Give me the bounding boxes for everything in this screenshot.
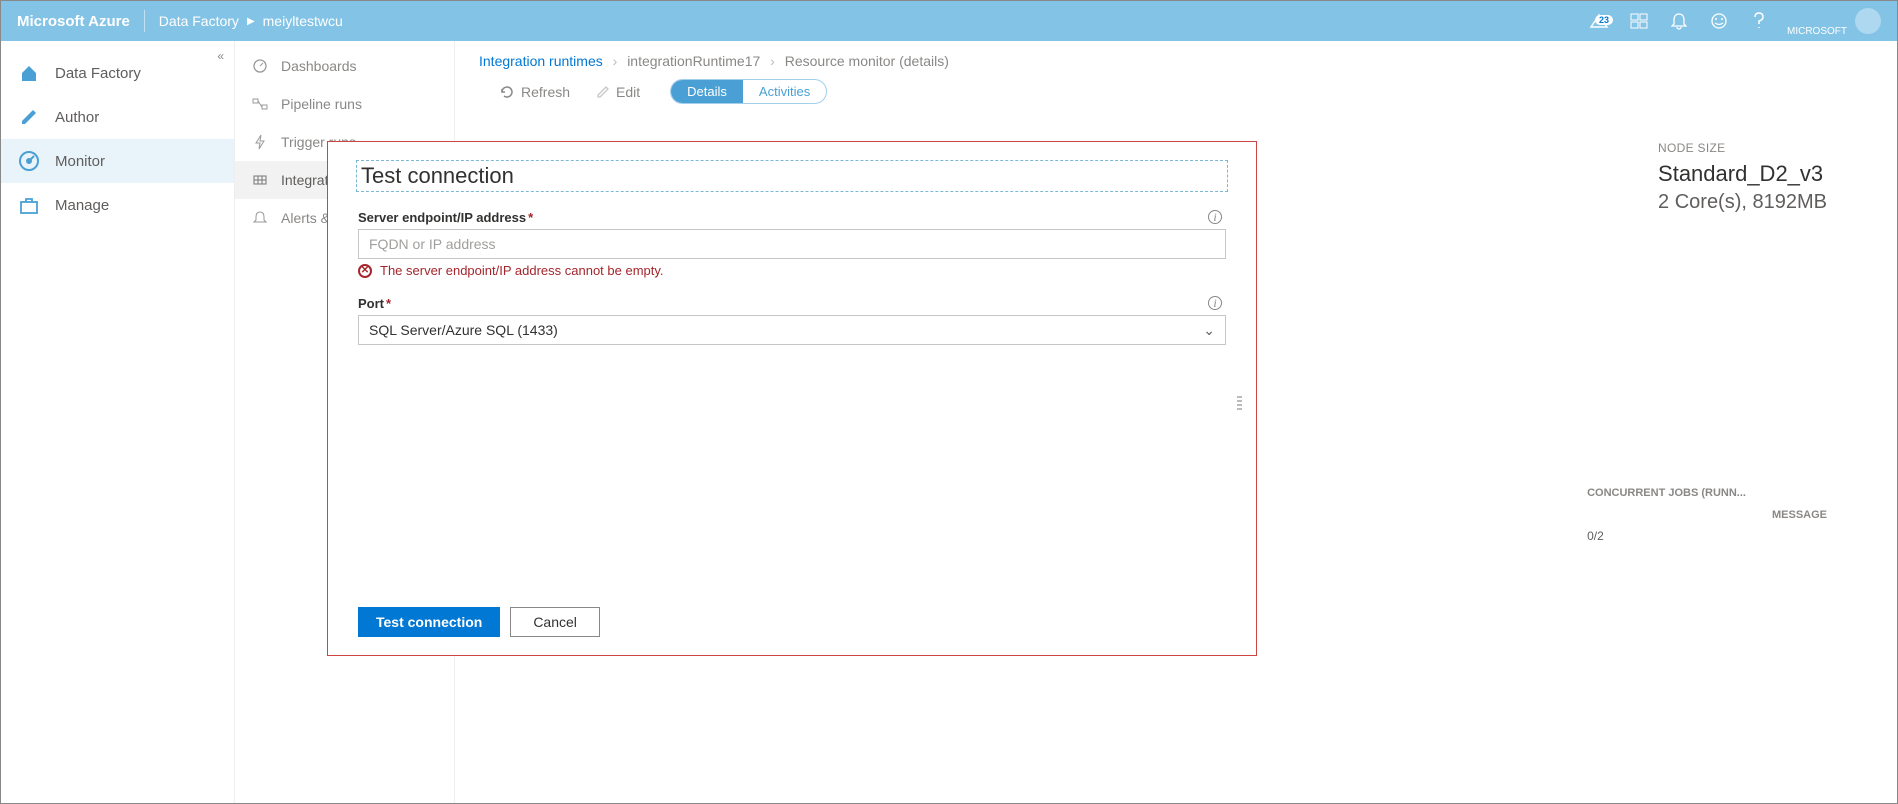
nav2-label: Dashboards <box>281 58 357 74</box>
port-group: Port* i SQL Server/Azure SQL (1433) ⌄ <box>358 296 1226 345</box>
chevron-right-icon: › <box>613 53 618 69</box>
trigger-icon <box>251 134 269 150</box>
error-message: The server endpoint/IP address cannot be… <box>380 263 664 278</box>
collapse-nav-icon[interactable]: « <box>217 49 224 63</box>
error-icon: ✕ <box>358 264 372 278</box>
directory-icon[interactable] <box>1619 13 1659 29</box>
tab-group: Details Activities <box>670 79 827 104</box>
chevron-right-icon: › <box>770 53 775 69</box>
breadcrumb-integration-runtimes[interactable]: Integration runtimes <box>479 53 603 69</box>
info-icon[interactable]: i <box>1208 296 1222 310</box>
nav-label: Author <box>55 109 99 126</box>
header-divider <box>144 10 145 32</box>
dialog-footer: Test connection Cancel <box>358 607 1226 637</box>
toolbar: Refresh Edit Details Activities <box>489 79 1873 104</box>
nav-label: Monitor <box>55 153 105 170</box>
info-icon[interactable]: i <box>1208 210 1222 224</box>
breadcrumb-runtime-name[interactable]: integrationRuntime17 <box>627 53 760 69</box>
tab-activities[interactable]: Activities <box>743 80 826 103</box>
test-connection-dialog: Test connection Server endpoint/IP addre… <box>327 141 1257 656</box>
top-header: Microsoft Azure Data Factory ▶ meiyltest… <box>1 1 1897 41</box>
port-select[interactable]: SQL Server/Azure SQL (1433) ⌄ <box>358 315 1226 345</box>
tenant-label: MICROSOFT <box>1787 26 1847 41</box>
concurrent-jobs-header: CONCURRENT JOBS (RUNN... <box>1587 487 1746 499</box>
home-icon <box>17 61 41 85</box>
integration-icon <box>251 173 269 187</box>
toolbox-icon <box>17 193 41 217</box>
notifications-icon[interactable]: 23 <box>1579 13 1619 29</box>
required-asterisk: * <box>386 296 391 311</box>
help-icon[interactable] <box>1739 12 1779 30</box>
breadcrumb-resource-monitor: Resource monitor (details) <box>785 53 949 69</box>
scrollbar-handle[interactable] <box>1237 396 1242 410</box>
server-endpoint-input[interactable] <box>358 229 1226 259</box>
message-header: MESSAGE <box>1772 509 1827 521</box>
nav-label: Data Factory <box>55 65 141 82</box>
test-connection-button[interactable]: Test connection <box>358 607 500 637</box>
server-endpoint-error: ✕ The server endpoint/IP address cannot … <box>358 263 1226 278</box>
feedback-icon[interactable] <box>1699 12 1739 30</box>
pencil-icon <box>17 105 41 129</box>
nav2-label: Pipeline runs <box>281 96 362 112</box>
refresh-label: Refresh <box>521 84 570 100</box>
nav2-pipeline-runs[interactable]: Pipeline runs <box>235 85 454 123</box>
brand-label[interactable]: Microsoft Azure <box>17 13 130 30</box>
node-size-spec: 2 Core(s), 8192MB <box>1658 191 1827 214</box>
nav-author[interactable]: Author <box>1 95 234 139</box>
user-avatar[interactable] <box>1855 8 1881 34</box>
chevron-down-icon: ⌄ <box>1203 322 1215 339</box>
nav-monitor[interactable]: Monitor <box>1 139 234 183</box>
pipeline-icon <box>251 98 269 110</box>
bell-small-icon <box>251 210 269 226</box>
header-crumb-datafactory[interactable]: Data Factory <box>159 13 239 29</box>
chevron-right-icon: ▶ <box>247 16 255 27</box>
server-endpoint-label: Server endpoint/IP address* <box>358 210 1226 225</box>
port-selected-value: SQL Server/Azure SQL (1433) <box>369 322 558 338</box>
gauge-icon <box>17 149 41 173</box>
status-columns: CONCURRENT JOBS (RUNN... 0/2 MESSAGE <box>1587 487 1827 543</box>
refresh-button[interactable]: Refresh <box>489 80 580 104</box>
notification-badge: 23 <box>1595 15 1613 25</box>
dialog-title: Test connection <box>356 160 1228 192</box>
nav-manage[interactable]: Manage <box>1 183 234 227</box>
bell-icon[interactable] <box>1659 12 1699 30</box>
header-crumb-instance[interactable]: meiyltestwcu <box>263 13 343 29</box>
tab-details[interactable]: Details <box>671 80 743 103</box>
edit-label: Edit <box>616 84 640 100</box>
node-size-sku: Standard_D2_v3 <box>1658 161 1827 187</box>
node-size-card: NODE SIZE Standard_D2_v3 2 Core(s), 8192… <box>1658 141 1827 214</box>
port-label: Port* <box>358 296 1226 311</box>
edit-button[interactable]: Edit <box>586 80 650 104</box>
breadcrumb: Integration runtimes › integrationRuntim… <box>479 53 1873 69</box>
nav-data-factory[interactable]: Data Factory <box>1 51 234 95</box>
cancel-button[interactable]: Cancel <box>510 607 600 637</box>
server-endpoint-group: Server endpoint/IP address* i ✕ The serv… <box>358 210 1226 278</box>
nav-label: Manage <box>55 197 109 214</box>
dashboard-icon <box>251 58 269 74</box>
primary-nav: « Data Factory Author Monitor Manage <box>1 41 235 803</box>
required-asterisk: * <box>528 210 533 225</box>
nav2-dashboards[interactable]: Dashboards <box>235 47 454 85</box>
node-size-label: NODE SIZE <box>1658 141 1827 155</box>
concurrent-jobs-value: 0/2 <box>1587 529 1746 543</box>
